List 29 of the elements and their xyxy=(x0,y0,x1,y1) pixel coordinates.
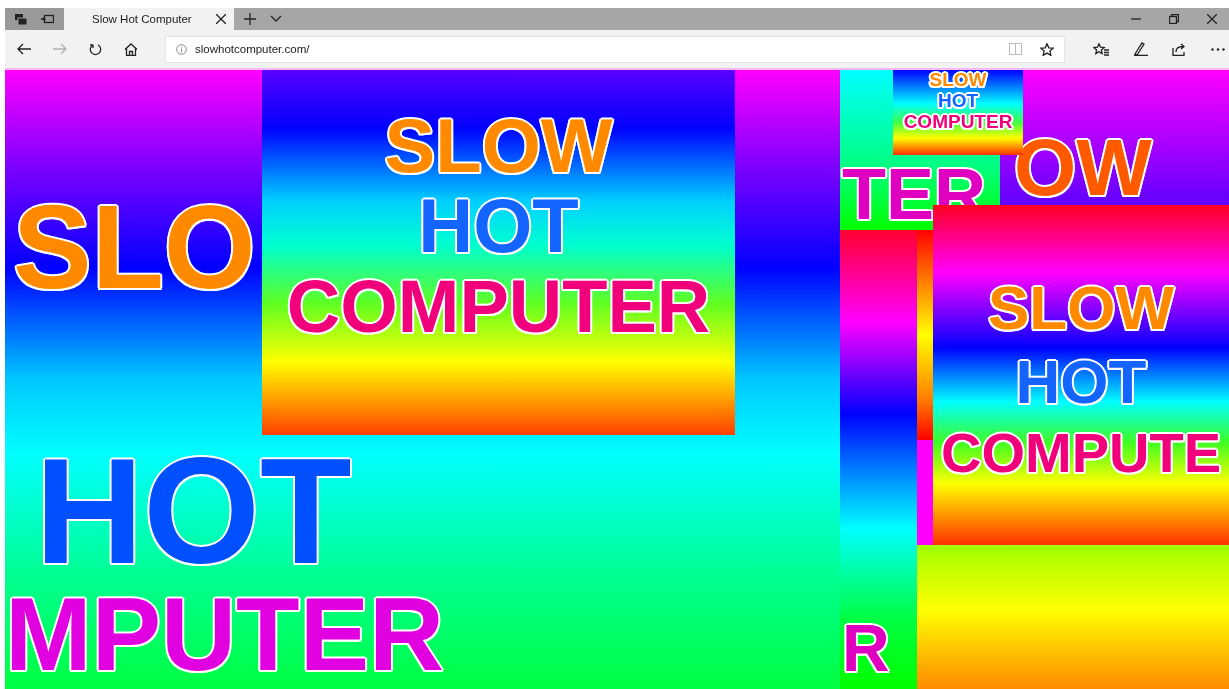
headline-text: COMPUTER xyxy=(902,112,1014,131)
headline-text: SLOW xyxy=(928,70,988,89)
restore-icon[interactable] xyxy=(1169,14,1179,24)
chevron-down-icon[interactable] xyxy=(270,15,282,23)
plus-icon[interactable] xyxy=(244,13,256,25)
headline-text: SLOW xyxy=(987,277,1175,339)
more-icon[interactable] xyxy=(1211,47,1225,51)
window-arrow-icon[interactable] xyxy=(41,14,54,24)
headline-text: SLOW xyxy=(383,108,614,184)
star-icon[interactable] xyxy=(1040,42,1054,56)
close-icon[interactable] xyxy=(1207,14,1217,24)
share-icon[interactable] xyxy=(1172,42,1187,56)
stacked-windows-icon[interactable] xyxy=(15,13,27,25)
url-text: slowhotcomputer.com/ xyxy=(195,43,311,55)
headline-text: COMPUTE xyxy=(940,425,1222,481)
browser-tab[interactable]: Slow Hot Computer xyxy=(64,8,234,30)
headline-text: HOT xyxy=(417,188,580,264)
headline-text: R xyxy=(842,615,890,681)
refresh-icon[interactable] xyxy=(89,42,102,56)
left-arrow-icon[interactable] xyxy=(17,43,31,55)
headline-text: OW xyxy=(1014,128,1152,205)
pen-icon[interactable] xyxy=(1133,42,1148,56)
close-icon[interactable] xyxy=(216,14,226,24)
home-icon[interactable] xyxy=(124,42,138,56)
address-bar[interactable]: slowhotcomputer.com/ xyxy=(165,35,1065,63)
headline-text: COMPUTER xyxy=(285,270,712,344)
headline-text: SLO xyxy=(13,188,256,306)
star-list-icon[interactable] xyxy=(1093,42,1109,56)
headline-text: HOT xyxy=(936,91,980,110)
